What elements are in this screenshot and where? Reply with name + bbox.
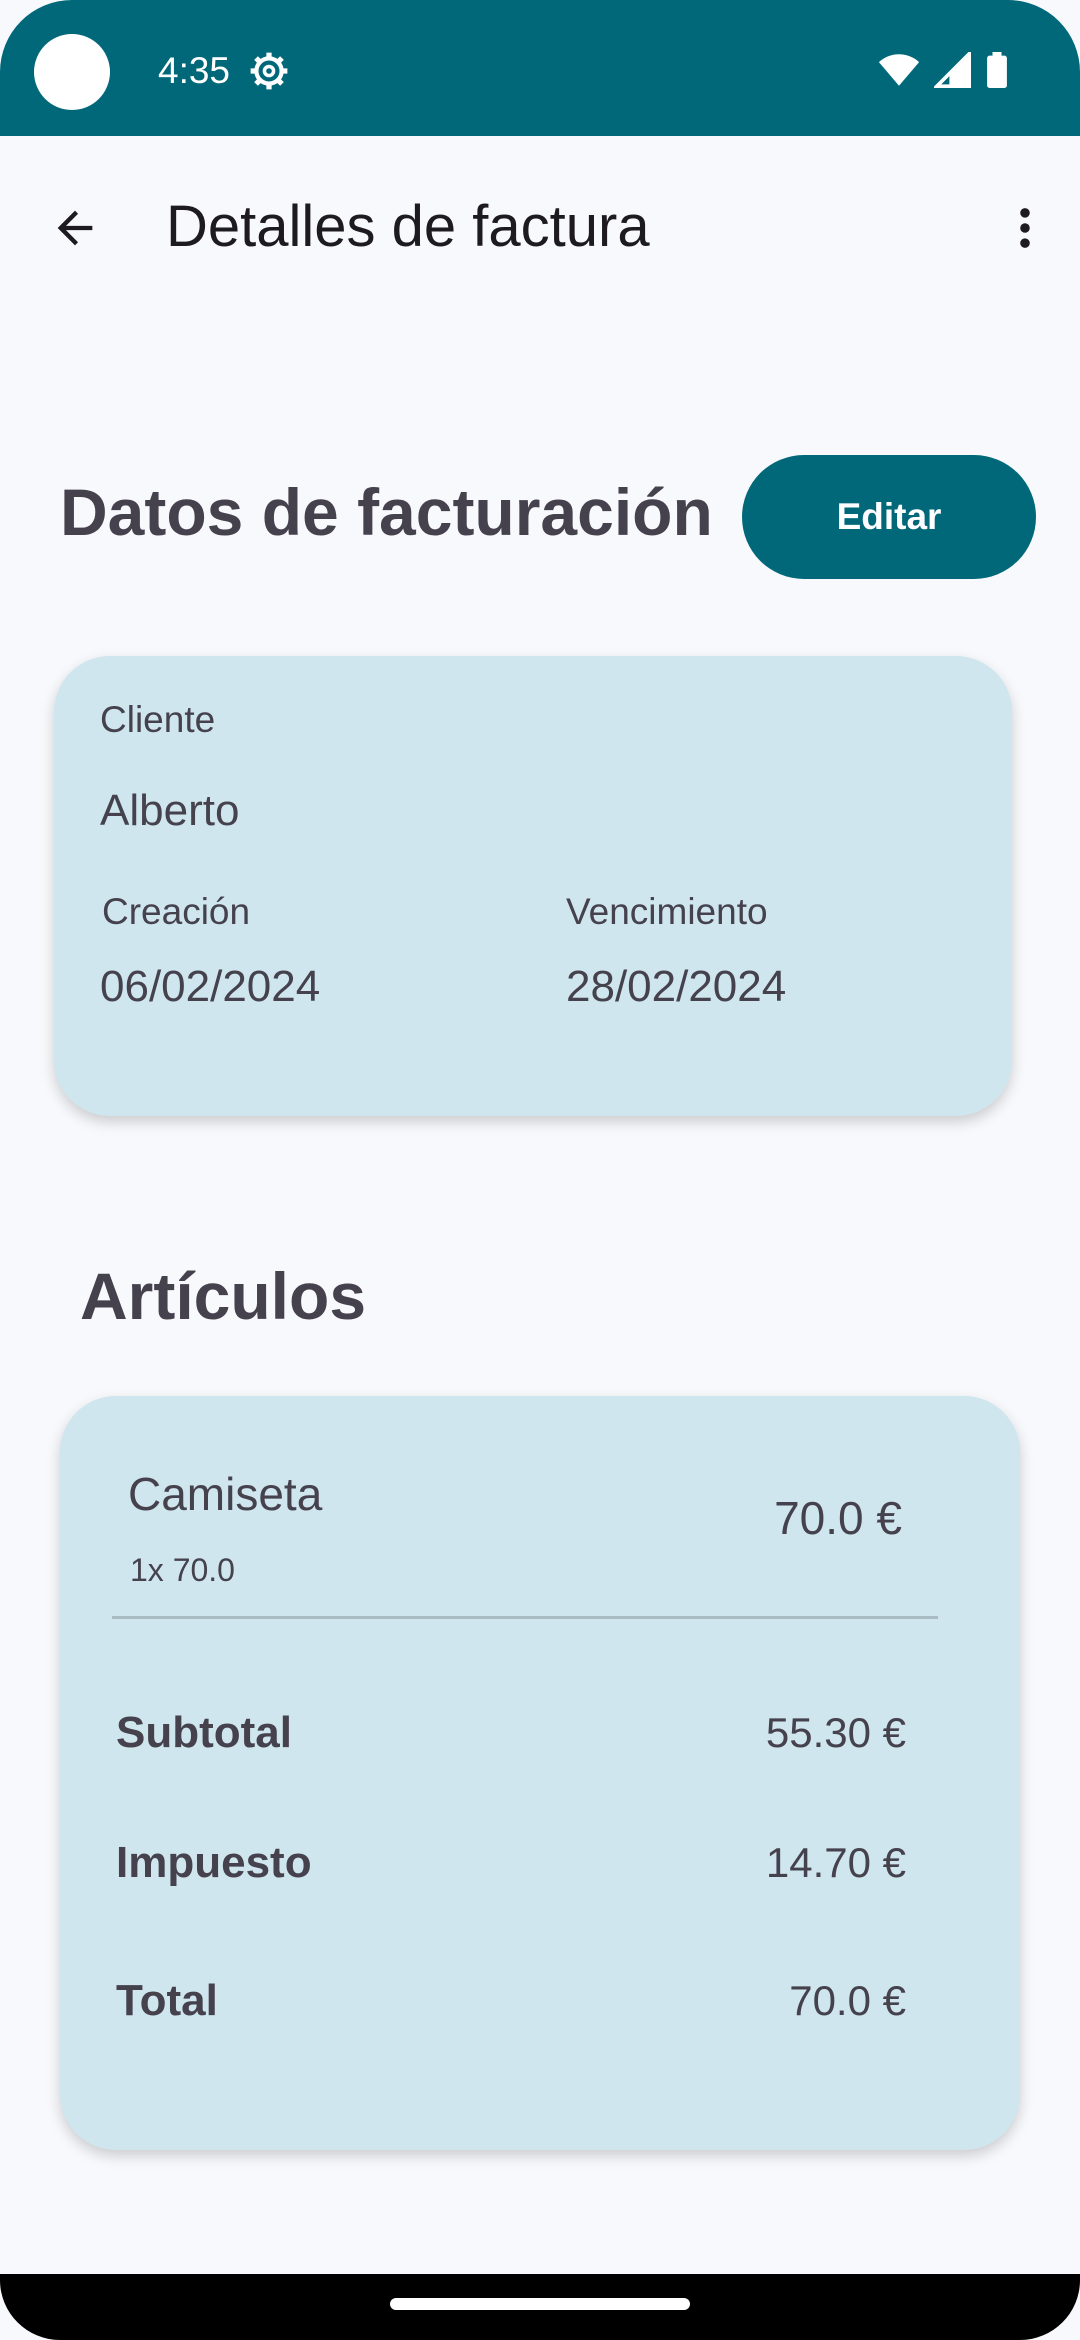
created-label: Creación [102,891,251,932]
cell-signal-icon [934,52,971,88]
billing-section-title: Datos de facturación [60,475,713,549]
status-icons [878,52,1008,88]
subtotal-value: 55.30 € [765,1709,906,1756]
due-value: 28/02/2024 [566,962,787,1011]
items-card: Camiseta 1x 70.0 70.0 € Subtotal 55.30 €… [60,1396,1020,2150]
status-bar: 4:35 [0,0,1080,136]
items-section-title: Artículos [80,1259,367,1333]
item-quantity: 1x 70.0 [130,1552,235,1588]
created-value: 06/02/2024 [100,962,321,1011]
tax-value: 14.70 € [765,1839,906,1886]
battery-icon [987,52,1007,88]
edit-button[interactable]: Editar [742,455,1036,579]
total-label: Total [116,1976,218,2025]
billing-card: Cliente Alberto Creación 06/02/2024 Venc… [54,656,1012,1116]
client-label: Cliente [100,699,216,740]
item-name: Camiseta [128,1468,323,1520]
camera-cutout [34,34,110,110]
page-title: Detalles de factura [166,194,650,259]
tax-label: Impuesto [116,1838,312,1887]
app-bar: Detalles de factura [0,136,1080,316]
back-button[interactable] [40,193,110,263]
due-label: Vencimiento [566,891,768,932]
home-indicator[interactable] [390,2298,690,2310]
wifi-icon [878,54,920,86]
client-value: Alberto [100,786,240,835]
more-options-button[interactable] [990,193,1060,263]
item-price: 70.0 € [774,1492,902,1544]
subtotal-label: Subtotal [116,1708,292,1757]
more-vert-icon [1020,208,1030,248]
divider [112,1616,938,1619]
status-time: 4:35 [158,50,231,91]
arrow-back-icon [57,210,93,246]
total-value: 70.0 € [789,1977,906,2024]
settings-gear-icon [250,52,288,90]
